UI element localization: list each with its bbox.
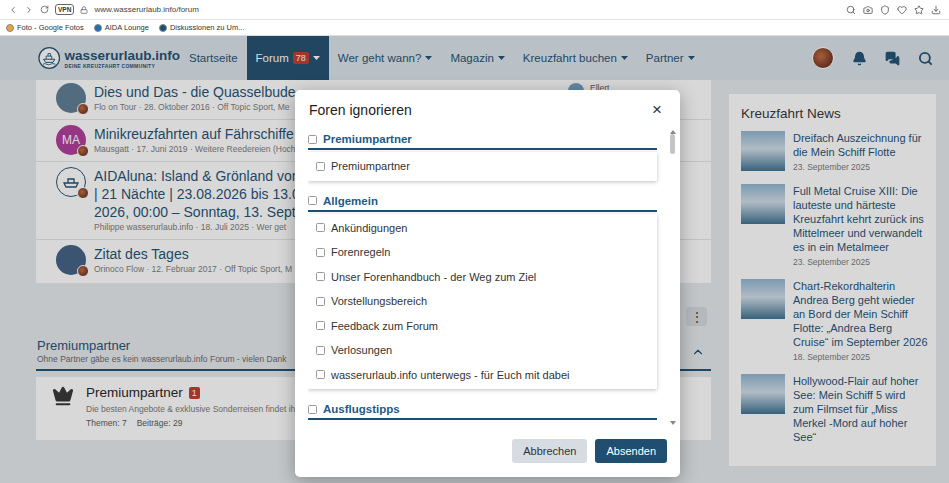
star-icon[interactable]: [914, 5, 924, 15]
scroll-track: [669, 134, 676, 421]
scroll-thumb[interactable]: [670, 134, 675, 154]
reload-icon[interactable]: [40, 5, 49, 14]
group-label: Allgemein: [323, 195, 378, 207]
group-checkbox[interactable]: [308, 196, 317, 205]
forum-option-label: Premiumpartner: [331, 160, 410, 172]
dialog-title: Foren ignorieren: [309, 102, 412, 118]
group-checkbox[interactable]: [308, 405, 317, 414]
dialog-body: Premiumpartner Premiumpartner Allgemein Ank…: [295, 124, 680, 429]
forum-checkbox[interactable]: [316, 297, 325, 306]
bookmark-icon: [159, 24, 167, 32]
browser-window: VPN www.wasserurlaub.info/forum Foto - Goo…: [0, 0, 949, 483]
search-icon[interactable]: [846, 5, 856, 15]
submit-button[interactable]: Absenden: [595, 439, 667, 463]
forum-option[interactable]: Verlosungen: [308, 338, 657, 363]
close-button[interactable]: ×: [652, 102, 662, 118]
bookmark-icon: [94, 24, 102, 32]
forum-group-list: Premiumpartner Premiumpartner Allgemein Ank…: [308, 124, 665, 429]
forum-checkbox[interactable]: [316, 223, 325, 232]
forum-option-label: Feedback zum Forum: [331, 320, 438, 332]
forum-option-label: Forenregeln: [331, 246, 390, 258]
group-label: Ausflugstipps: [323, 403, 400, 415]
lock-icon: [80, 6, 88, 14]
address-bar: VPN www.wasserurlaub.info/forum: [0, 0, 949, 20]
heart-icon[interactable]: [897, 5, 907, 15]
group-header[interactable]: Ausflugstipps: [308, 400, 657, 420]
forum-option[interactable]: Ankündigungen: [308, 216, 657, 241]
forum-option[interactable]: wasserurlaub.info unterwegs - für Euch m…: [308, 363, 657, 388]
browser-toolbar: [846, 5, 941, 15]
forum-option[interactable]: Vorstellungsbereich: [308, 289, 657, 314]
scroll-down-icon[interactable]: [670, 421, 676, 425]
forum-group: Premiumpartner Premiumpartner: [308, 130, 657, 181]
forum-checkbox[interactable]: [316, 346, 325, 355]
cancel-button[interactable]: Abbrechen: [512, 439, 587, 463]
camera-icon[interactable]: [863, 5, 873, 15]
forward-icon[interactable]: [24, 5, 34, 15]
forum-checkbox[interactable]: [316, 370, 325, 379]
forum-option[interactable]: Feedback zum Forum: [308, 314, 657, 339]
forum-checkbox[interactable]: [316, 321, 325, 330]
dialog-footer: Abbrechen Absenden: [295, 429, 680, 477]
download-icon[interactable]: [931, 5, 941, 15]
dialog-header: Foren ignorieren ×: [295, 90, 680, 124]
forum-option-label: wasserurlaub.info unterwegs - für Euch m…: [331, 369, 569, 381]
url-field[interactable]: www.wasserurlaub.info/forum: [94, 5, 840, 14]
bookmark[interactable]: AIDA Lounge: [94, 23, 149, 32]
forum-option-label: Vorstellungsbereich: [331, 295, 427, 307]
forum-option[interactable]: Unser Forenhandbuch - der Weg zum Ziel: [308, 265, 657, 290]
group-items: Ankündigungen Forenregeln Unser Forenhandb…: [308, 214, 657, 390]
bookmark[interactable]: Diskussionen zu Um...: [159, 23, 245, 32]
forum-option-label: Unser Forenhandbuch - der Weg zum Ziel: [331, 271, 536, 283]
forum-checkbox[interactable]: [316, 248, 325, 257]
forum-checkbox[interactable]: [316, 162, 325, 171]
group-header[interactable]: Allgemein: [308, 192, 657, 212]
back-icon[interactable]: [8, 5, 18, 15]
scrollbar[interactable]: [669, 124, 676, 429]
bookmark[interactable]: Foto - Google Fotos: [6, 23, 84, 32]
forum-option-label: Verlosungen: [331, 344, 392, 356]
bookmarks-bar: Foto - Google Fotos AIDA Lounge Diskussion…: [0, 20, 949, 36]
forum-option[interactable]: Premiumpartner: [308, 154, 657, 179]
group-items: Premiumpartner: [308, 152, 657, 181]
group-label: Premiumpartner: [323, 133, 412, 145]
forum-option[interactable]: Forenregeln: [308, 240, 657, 265]
ignore-forums-dialog: Foren ignorieren×PremiumpartnerPremiumpa…: [295, 90, 680, 477]
forum-checkbox[interactable]: [316, 272, 325, 281]
group-checkbox[interactable]: [308, 135, 317, 144]
forum-group: Allgemein Ankündigungen Forenregeln Unser F…: [308, 192, 657, 390]
group-header[interactable]: Premiumpartner: [308, 130, 657, 150]
forum-option-label: Ankündigungen: [331, 222, 407, 234]
bookmark-icon: [6, 24, 14, 32]
shield-icon[interactable]: [880, 5, 890, 15]
forum-group: Ausflugstipps: [308, 400, 657, 420]
vpn-badge[interactable]: VPN: [55, 4, 74, 15]
